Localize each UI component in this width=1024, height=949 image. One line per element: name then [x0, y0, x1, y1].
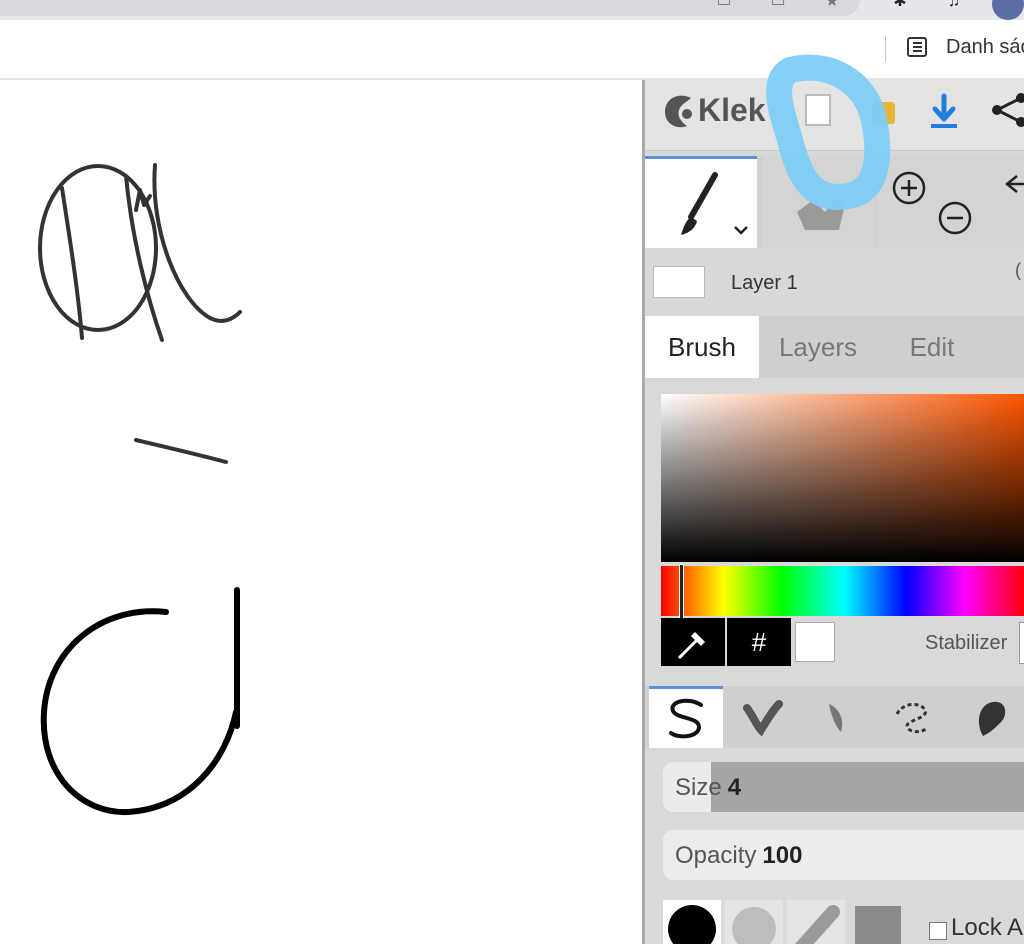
media-icon[interactable]: ♫ [944, 0, 964, 12]
lock-alpha-checkbox[interactable] [929, 922, 947, 940]
eyedropper-icon [677, 632, 705, 660]
layer-thumbnail [653, 266, 705, 298]
shape-circle-button[interactable] [663, 900, 721, 944]
share-icon[interactable] [989, 90, 1024, 130]
brush-shape-row: Lock A [645, 894, 1024, 944]
kleki-sidebar: Klek Layer 1 (Brush Layers Edit # Stabi… [642, 80, 1024, 944]
stabilizer-select[interactable] [1019, 622, 1024, 664]
brush-tool-button[interactable] [645, 156, 757, 248]
opacity-readout: Opacity 100 [675, 842, 802, 870]
soft-shape-icon [732, 907, 776, 944]
stroke-dash [134, 438, 228, 464]
stroke-line-3 [152, 163, 242, 323]
lock-alpha-label: Lock A [951, 914, 1024, 941]
size-value: 4 [727, 774, 742, 801]
current-color-swatch[interactable] [795, 622, 835, 662]
drawing-canvas[interactable] [0, 80, 642, 944]
tab-brush[interactable]: Brush [645, 316, 759, 378]
sketchy-brush-button[interactable] [801, 686, 875, 748]
tool-row [645, 156, 1024, 248]
hue-slider[interactable] [661, 566, 1024, 616]
chemy-brush-button[interactable] [953, 686, 1024, 748]
size-slider[interactable]: Size 4 [663, 762, 1024, 812]
install-icon[interactable]: ▭ [768, 0, 788, 12]
pixel-brush-button[interactable] [877, 686, 951, 748]
shape-line-button[interactable] [787, 900, 845, 944]
shape-square-button[interactable] [849, 900, 907, 944]
download-icon[interactable] [927, 92, 961, 132]
sketchy-brush-icon [829, 704, 843, 732]
blend-brush-button[interactable] [725, 686, 799, 748]
zoom-icons [892, 171, 1024, 235]
chemy-brush-icon [978, 701, 1006, 736]
kleki-logo-icon [665, 95, 692, 128]
brush-type-row [645, 686, 1024, 748]
size-label: Size [675, 774, 722, 801]
pen-brush-button[interactable] [649, 686, 723, 748]
gallery-icon[interactable] [873, 102, 895, 124]
canvas-strokes [38, 163, 242, 816]
brush-panel: # Stabilizer Size 4 Opacity 100 Lock A [645, 378, 1024, 944]
tab-layers[interactable]: Layers [761, 316, 875, 378]
pixel-brush-icon [895, 703, 929, 734]
undo-icon [1004, 175, 1024, 193]
hue-slider-handle[interactable] [679, 564, 684, 620]
bookmark-bar [0, 20, 1024, 80]
opacity-value: 100 [762, 842, 803, 869]
tab-edit[interactable]: Edit [875, 316, 989, 378]
extensions-icon[interactable]: ✱ [890, 0, 910, 12]
bookmark-separator [885, 36, 886, 62]
saturation-value-picker[interactable] [661, 394, 1024, 562]
pen-brush-icon [669, 698, 703, 739]
layer-extra: ( [1015, 260, 1021, 280]
browser-toolbar: ▭ ▭ ★ ✱ ♫ [0, 0, 1024, 20]
stroke-letter-a-bowl [40, 608, 239, 816]
hand-tool-button[interactable] [763, 156, 875, 248]
stabilizer-label: Stabilizer [925, 632, 1008, 654]
star-icon[interactable]: ★ [822, 0, 842, 12]
app-top-bar: Klek [645, 80, 1024, 151]
shape-soft-button[interactable] [725, 900, 783, 944]
reading-list-button[interactable]: Danh sác [946, 36, 1024, 59]
hand-icon [797, 196, 845, 230]
opacity-label: Opacity [675, 842, 757, 869]
square-shape-icon [855, 906, 901, 944]
brush-icon [681, 172, 748, 235]
app-logo-text: Klek [698, 92, 766, 128]
zoom-out-icon [938, 201, 972, 235]
eyedropper-button[interactable] [661, 618, 725, 666]
circle-shape-icon [668, 905, 716, 944]
line-shape-icon [794, 905, 840, 944]
blend-brush-icon [743, 700, 783, 737]
hex-input-button[interactable]: # [727, 618, 791, 666]
new-file-icon[interactable] [805, 94, 831, 126]
zoom-tools [877, 156, 1024, 248]
size-readout: Size 4 [675, 774, 741, 802]
zoom-in-icon [892, 171, 926, 205]
opacity-slider[interactable]: Opacity 100 [663, 830, 1024, 880]
layer-name: Layer 1 [731, 272, 798, 294]
profile-avatar[interactable] [992, 0, 1024, 20]
panel-tabs: Brush Layers Edit [645, 316, 1024, 378]
current-layer-row[interactable]: Layer 1 ( [645, 250, 1024, 312]
reading-list-icon[interactable] [907, 37, 927, 57]
cast-icon[interactable]: ▭ [714, 0, 734, 12]
